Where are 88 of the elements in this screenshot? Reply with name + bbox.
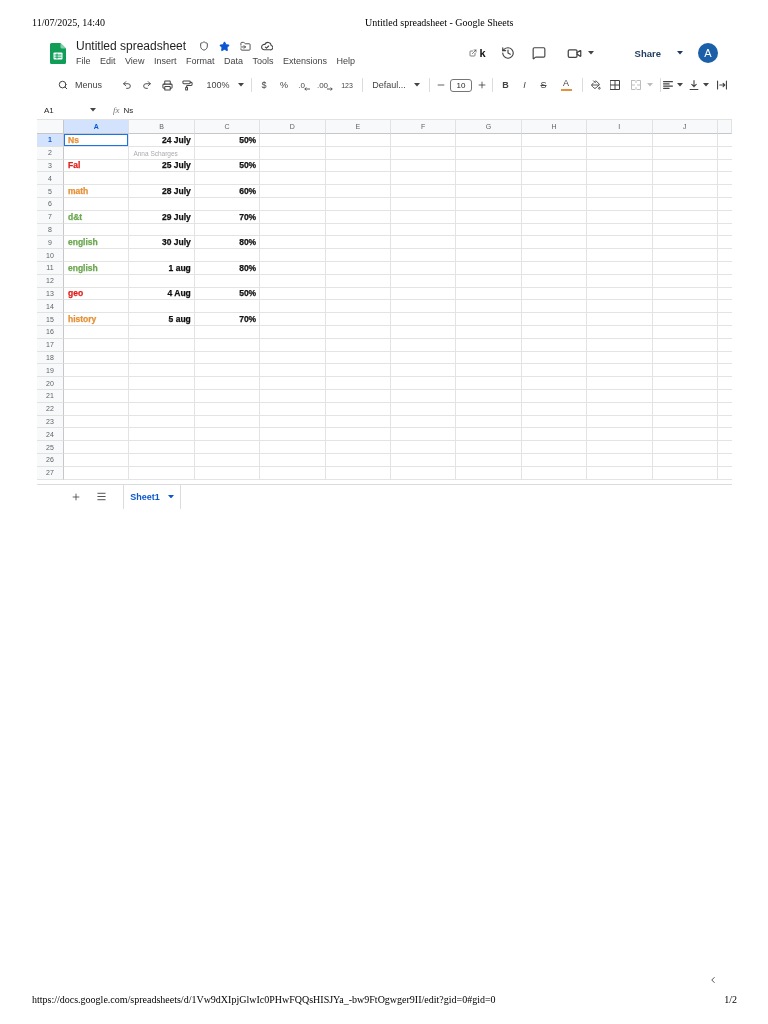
merge-cells-icon [631, 80, 641, 90]
cell-value[interactable]: 50% [239, 289, 257, 299]
cell-value[interactable]: 5 aug [168, 315, 191, 325]
menu-item[interactable]: Insert [153, 55, 177, 67]
caret-icon [237, 83, 244, 87]
redo-icon [142, 80, 152, 90]
undo-icon [122, 80, 132, 90]
print-url: https://docs.google.com/spreadsheets/d/1Vw9dXIpjGlwIc0PHwFQQsHISJYa_-bw9FtOgwger9II/edit?gid=0#gid=0 [32, 993, 496, 1005]
paint-roller-icon [181, 79, 193, 91]
cell-value[interactable]: 30 July [161, 238, 191, 248]
cell-value[interactable]: 25 July [161, 161, 191, 171]
name-box[interactable]: A1 [37, 103, 99, 117]
cell-value[interactable]: 1 aug [168, 263, 191, 273]
chevron-left-icon[interactable] [708, 975, 718, 985]
bold-button[interactable]: B [496, 75, 515, 95]
menu-item[interactable]: Help [336, 55, 355, 67]
spreadsheet-logo-icon[interactable] [50, 42, 66, 64]
menu-item[interactable]: Data [223, 55, 243, 67]
percent-button[interactable]: % [274, 75, 294, 95]
caret-icon [413, 83, 420, 87]
arrow-left-icon [303, 86, 310, 91]
caret-icon [587, 51, 594, 55]
shield-icon[interactable] [199, 41, 210, 51]
cell-value[interactable]: 70% [239, 212, 257, 222]
font-select[interactable]: Defaul... [367, 75, 425, 95]
selected-cell-outline[interactable] [64, 134, 129, 146]
caret-icon [167, 494, 174, 499]
formula-field[interactable]: Ns [123, 103, 732, 117]
history-icon [500, 46, 515, 60]
sheet-tab[interactable]: Sheet1 [123, 484, 181, 509]
print-icon [161, 79, 173, 91]
menu-item[interactable]: File [76, 55, 91, 67]
strikethrough-button[interactable]: S [534, 75, 553, 95]
currency-button[interactable]: $ [254, 75, 274, 95]
menu-item[interactable]: Extensions [282, 55, 327, 67]
menu-item[interactable]: Format [185, 55, 215, 67]
cell-value[interactable]: Fal [68, 161, 81, 171]
cell-value[interactable]: 80% [239, 238, 257, 248]
print-page-title: Untitled spreadsheet - Google Sheets [365, 17, 514, 29]
cloud-check-icon[interactable] [261, 41, 274, 51]
decrease-decimal-button[interactable]: .0 [294, 75, 314, 95]
zoom-select[interactable]: 100% [202, 75, 248, 95]
cell-value[interactable]: 29 July [161, 212, 191, 222]
cell-value[interactable]: 80% [239, 263, 257, 273]
fx-label: fx [113, 104, 120, 116]
external-link-icon [469, 49, 478, 57]
caret-icon [90, 108, 96, 112]
cell-value[interactable]: 28 July [161, 187, 191, 197]
menu-item[interactable]: Edit [100, 55, 116, 67]
plus-icon [477, 80, 487, 90]
extension-button[interactable]: k [469, 47, 486, 59]
cell-value[interactable]: 60% [239, 187, 257, 197]
menu-icon [95, 491, 107, 502]
comments-button[interactable] [531, 46, 546, 60]
star-icon[interactable] [219, 40, 231, 52]
document-title[interactable]: Untitled spreadsheet [76, 38, 187, 54]
cell-value[interactable]: 50% [239, 135, 257, 145]
caret-icon [677, 51, 683, 55]
print-page-number: 1/2 [724, 993, 737, 1005]
text-color-button[interactable]: A [556, 75, 576, 95]
cell-value[interactable]: 50% [239, 161, 257, 171]
cell-value[interactable]: geo [68, 289, 84, 299]
font-size-field[interactable]: 10 [450, 78, 472, 92]
arrow-right-icon [327, 86, 334, 91]
account-avatar[interactable]: A [698, 43, 718, 63]
paint-bucket-icon [591, 80, 601, 90]
cell-value[interactable]: 24 July [161, 135, 191, 145]
search-menus-button[interactable]: Menus [55, 75, 105, 95]
folder-icon[interactable] [240, 40, 252, 52]
caret-icon [677, 83, 683, 87]
caret-icon [703, 83, 709, 87]
menu-item[interactable]: View [125, 55, 145, 67]
align-bottom-icon [689, 80, 699, 90]
search-icon [58, 80, 68, 90]
borders-icon [610, 80, 620, 90]
comment-icon [531, 46, 546, 60]
print-date: 11/07/2025, 14:40 [32, 17, 105, 29]
plus-icon [71, 491, 81, 502]
cell-value[interactable]: 70% [239, 315, 257, 325]
share-button[interactable]: Share [634, 47, 683, 59]
increase-decimal-button[interactable]: .00 [314, 75, 336, 95]
history-button[interactable] [500, 46, 515, 60]
caret-icon [647, 83, 653, 87]
menu-item[interactable]: Tools [252, 55, 274, 67]
text-wrap-icon [717, 80, 727, 90]
italic-button[interactable]: I [515, 75, 534, 95]
align-left-icon [663, 80, 673, 90]
cell-value[interactable]: 4 Aug [167, 289, 191, 299]
